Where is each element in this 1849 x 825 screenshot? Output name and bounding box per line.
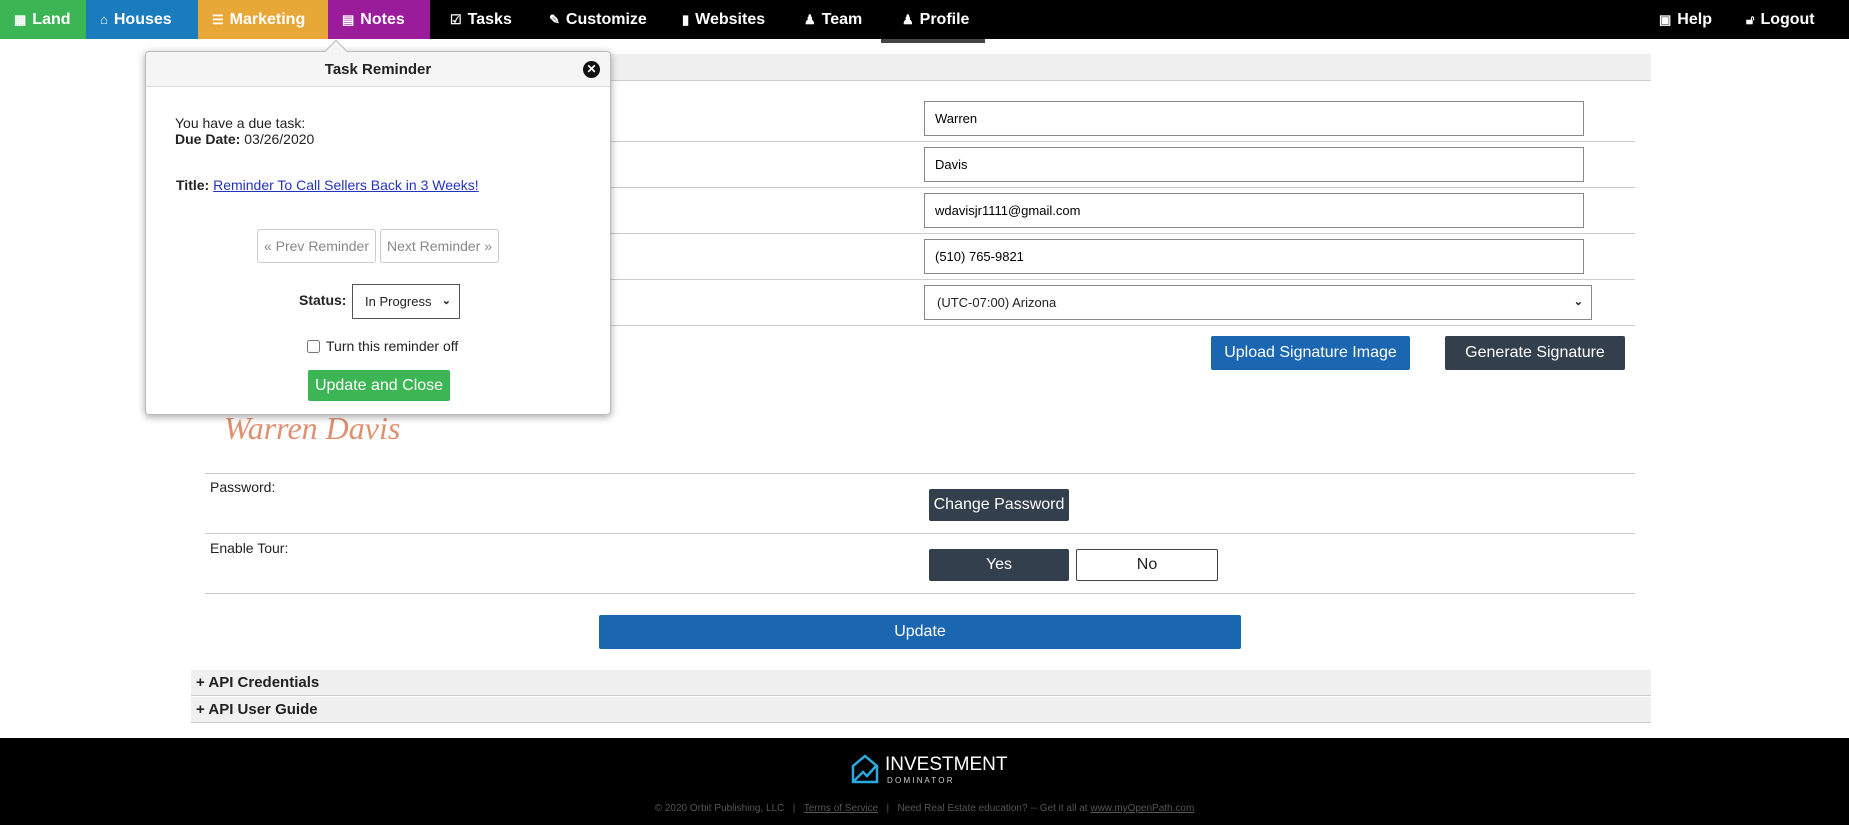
house-icon: ⌂ [100,12,108,27]
nav-profile[interactable]: ♟ Profile [888,0,969,39]
enable-tour-label: Enable Tour: [210,540,289,556]
due-date-label: Due Date: [175,131,241,147]
change-password-button[interactable]: Change Password [929,489,1069,521]
task-title-row: Title: Reminder To Call Sellers Back in … [176,177,479,193]
status-label: Status: [299,292,347,308]
nav-land[interactable]: ▦ Land [0,0,86,39]
next-reminder-button[interactable]: Next Reminder » [380,229,499,263]
email-input[interactable] [924,193,1584,228]
footer-links: © 2020 Orbit Publishing, LLC | Terms of … [0,803,1849,814]
turn-off-label[interactable]: Turn this reminder off [326,338,458,354]
nav-label: Websites [695,11,766,28]
first-name-input[interactable] [924,101,1584,136]
nav-label: Logout [1760,11,1815,28]
document-icon: ▮ [682,12,690,27]
divider [205,473,1635,474]
nav-marketing[interactable]: ☰ Marketing [198,0,328,39]
notes-icon: ▤ [342,12,355,27]
nav-tasks[interactable]: ☑ Tasks [436,0,512,39]
divider [205,533,1635,534]
nav-label: Notes [360,11,405,28]
status-value: In Progress [365,294,432,309]
task-reminder-popup: Task Reminder ✕ You have a due task: Due … [145,39,611,415]
lock-icon: 🔓︎ [1746,12,1755,27]
api-credentials-accordion[interactable]: + API Credentials [191,670,1651,696]
tour-yes-button[interactable]: Yes [929,549,1069,581]
add-user-icon: ♟ [804,12,816,27]
education-text: Need Real Estate education? -- Get it al… [897,803,1088,814]
timezone-value: (UTC-07:00) Arizona [937,295,1057,310]
title-label: Title: [176,177,210,193]
separator: | [792,803,796,814]
active-tab-indicator [881,39,985,43]
chevron-down-icon: ⌄ [441,295,451,307]
nav-websites[interactable]: ▮ Websites [668,0,765,39]
nav-notes[interactable]: ▤ Notes [328,0,430,39]
timezone-select[interactable]: (UTC-07:00) Arizona ⌄ [924,285,1592,320]
nav-label: Team [821,11,863,28]
pencil-icon: ✎ [549,12,560,27]
openpath-link[interactable]: www.myOpenPath.com [1090,803,1194,814]
nav-team[interactable]: ♟ Team [790,0,862,39]
status-select[interactable]: In Progress ⌄ [352,284,460,319]
brand-name: INVESTMENT [885,754,1008,775]
last-name-input[interactable] [924,147,1584,182]
list-icon: ☰ [212,12,224,27]
copyright: © 2020 Orbit Publishing, LLC [654,803,785,814]
turn-off-row: Turn this reminder off [307,338,458,354]
nav-label: Help [1677,11,1712,28]
update-and-close-button[interactable]: Update and Close [308,370,450,401]
separator: | [886,803,890,814]
nav-label: Marketing [229,11,306,28]
nav-label: Tasks [467,11,512,28]
chevron-down-icon: ⌄ [1573,296,1583,308]
close-icon[interactable]: ✕ [583,61,600,78]
brand-subtitle: D O M I N A T O R [887,776,953,785]
grid-icon: ▦ [14,12,27,27]
terms-link[interactable]: Terms of Service [804,803,878,814]
due-task-info: You have a due task: Due Date: 03/26/202… [175,115,314,147]
nav-houses[interactable]: ⌂ Houses [86,0,198,39]
phone-input[interactable] [924,239,1584,274]
top-nav: ▦ Land ⌂ Houses ☰ Marketing ▤ Notes ☑ Tasks ✎… [0,0,1849,39]
footer: INVESTMENT D O M I N A T O R © 2020 Orbi… [0,738,1849,825]
update-button[interactable]: Update [599,615,1241,649]
nav-logout[interactable]: 🔓︎ Logout [1732,0,1815,39]
due-date-value: 03/26/2020 [244,131,315,147]
chat-icon: ▣ [1659,12,1672,27]
investment-dominator-logo-icon [851,754,879,784]
user-icon: ♟ [902,12,914,27]
password-label: Password: [210,479,276,495]
nav-label: Land [32,11,71,28]
nav-label: Profile [919,11,970,28]
tour-no-button[interactable]: No [1076,549,1218,581]
generate-signature-button[interactable]: Generate Signature [1445,336,1625,370]
popup-title-text: Task Reminder [324,61,432,78]
task-title-link[interactable]: Reminder To Call Sellers Back in 3 Weeks… [213,177,479,193]
divider [205,593,1635,594]
upload-signature-button[interactable]: Upload Signature Image [1211,336,1410,370]
nav-customize[interactable]: ✎ Customize [535,0,647,39]
nav-help[interactable]: ▣ Help [1645,0,1712,39]
signature-image: Warren Davis [224,410,401,446]
turn-off-checkbox[interactable] [307,340,320,353]
nav-label: Houses [113,11,172,28]
nav-label: Customize [565,11,647,28]
clipboard-icon: ☑ [450,12,462,27]
popup-title: Task Reminder ✕ [146,52,610,87]
api-user-guide-accordion[interactable]: + API User Guide [191,697,1651,723]
intro-text: You have a due task: [175,115,306,131]
prev-reminder-button[interactable]: « Prev Reminder [257,229,376,263]
